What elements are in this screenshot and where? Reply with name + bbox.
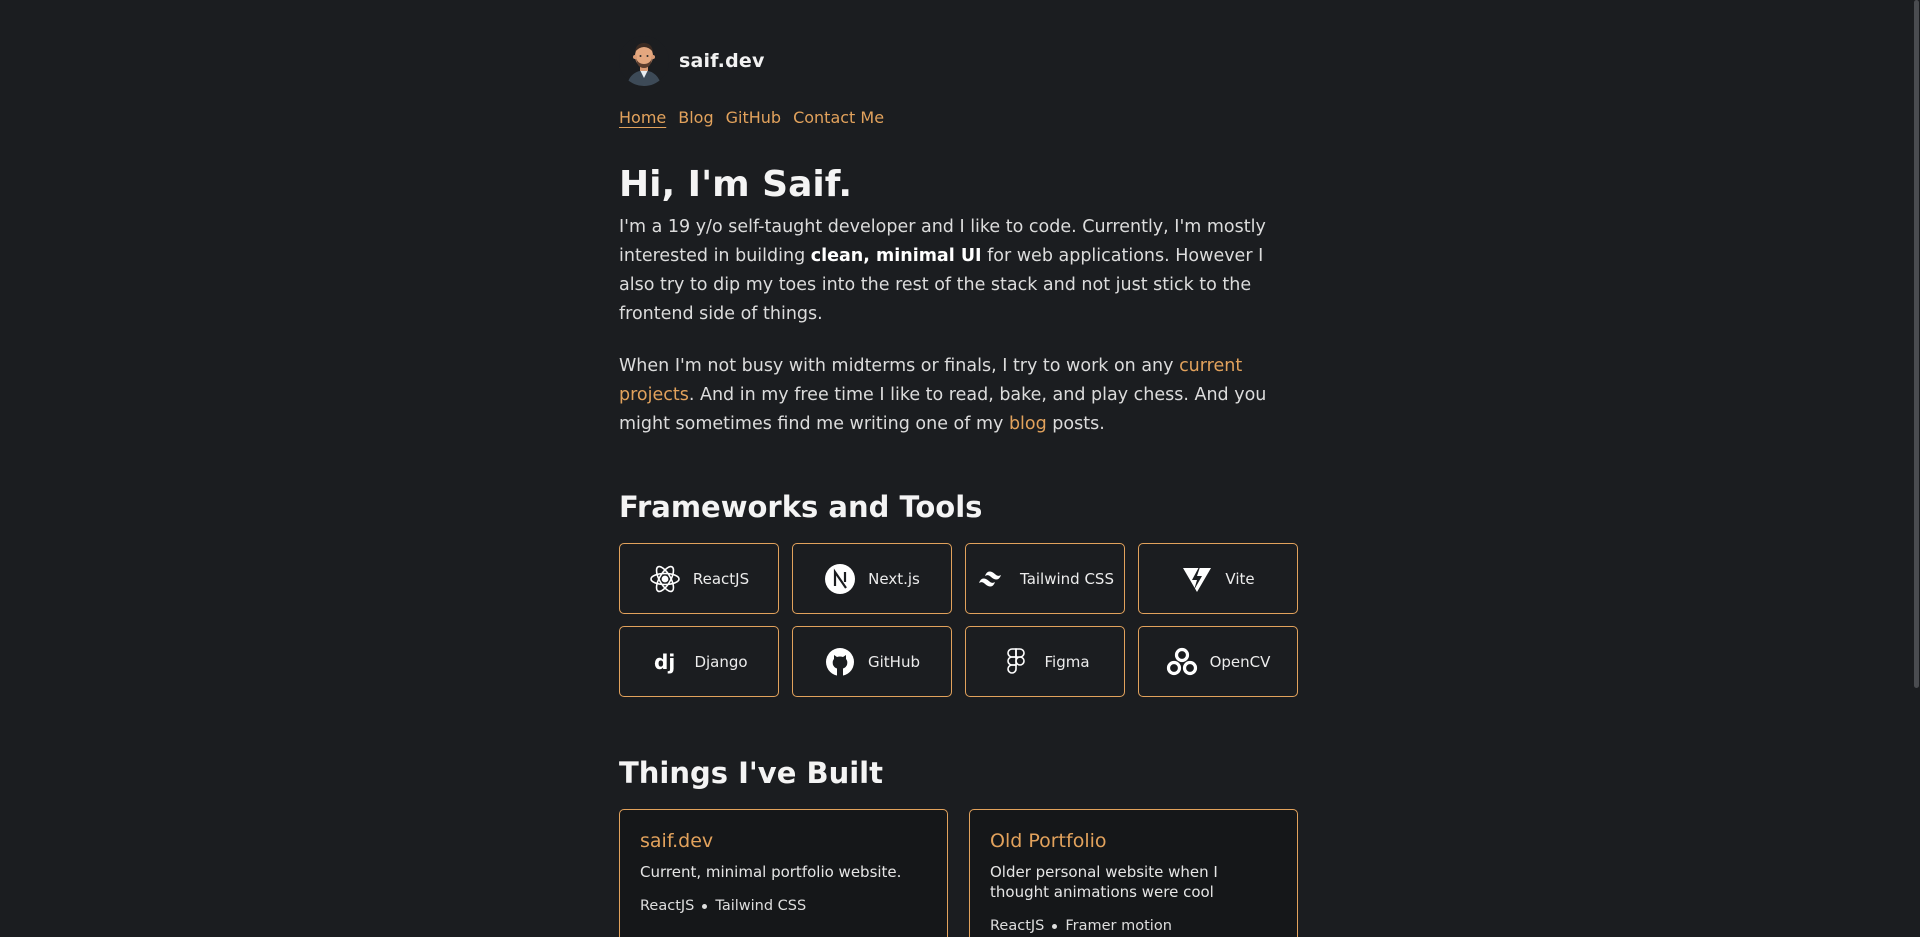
project-title[interactable]: saif.dev [640,830,927,852]
bullet-dot-icon [702,903,708,909]
stack-item: Tailwind CSS [715,898,807,914]
svg-text:dj: dj [654,650,675,674]
tools-heading: Frameworks and Tools [619,490,983,524]
nav-home[interactable]: Home [619,108,666,127]
nextjs-icon [824,563,856,595]
main-content: saif.dev Home Blog GitHub Contact Me Hi,… [619,0,1299,937]
projects-grid: saif.dev Current, minimal portfolio webs… [619,809,1299,937]
nav-blog[interactable]: Blog [678,108,713,127]
tool-card-opencv[interactable]: OpenCV [1138,626,1298,697]
site-header: saif.dev [619,32,1299,90]
tool-label: Vite [1225,569,1255,588]
tool-card-github[interactable]: GitHub [792,626,952,697]
github-icon [824,646,856,678]
project-description: Current, minimal portfolio website. [640,863,902,881]
tool-card-vite[interactable]: Vite [1138,543,1298,614]
avatar-illustration-icon [619,36,669,86]
figma-icon [1000,646,1032,678]
nav-contact[interactable]: Contact Me [793,108,884,127]
hero-title: Hi, I'm Saif. [619,164,853,205]
project-description: Older personal website when I thought an… [990,863,1218,901]
stack-item: ReactJS [640,898,695,914]
django-icon: dj [650,646,682,678]
tool-card-tailwind[interactable]: Tailwind CSS [965,543,1125,614]
intro-paragraph: I'm a 19 y/o self-taught developer and I… [619,213,1299,329]
tool-card-reactjs[interactable]: ReactJS [619,543,779,614]
tool-label: Tailwind CSS [1020,569,1114,588]
tool-label: Django [694,652,748,671]
stack-item: ReactJS [990,918,1045,934]
tool-label: ReactJS [692,569,750,588]
bullet-dot-icon [1052,923,1058,929]
tool-label: GitHub [868,652,920,671]
tool-label: OpenCV [1209,652,1271,671]
site-brand[interactable]: saif.dev [679,50,765,72]
tool-card-nextjs[interactable]: Next.js [792,543,952,614]
vite-icon [1181,563,1213,595]
scrollbar-thumb[interactable] [1914,0,1919,688]
avatar[interactable] [619,36,669,86]
tool-label: Figma [1044,652,1090,671]
project-card-old-portfolio[interactable]: Old Portfolio Older personal website whe… [969,809,1298,937]
hobbies-text-end: posts. [1046,414,1105,434]
opencv-icon [1166,646,1198,678]
scrollbar-track[interactable] [1912,0,1920,937]
project-card-saif-dev[interactable]: saif.dev Current, minimal portfolio webs… [619,809,948,937]
hobbies-text-middle: . And in my free time I like to read, ba… [619,385,1267,434]
tool-card-django[interactable]: dj Django [619,626,779,697]
intro-bold-text: clean, minimal UI [810,246,982,266]
project-stack: ReactJS Framer motion [990,918,1277,934]
tailwind-icon [976,563,1008,595]
projects-heading: Things I've Built [619,756,883,790]
tools-grid: ReactJS Next.js Tailwind CSS Vite dj Dja… [619,543,1299,697]
page: saif.dev Home Blog GitHub Contact Me Hi,… [0,0,1920,937]
hobbies-text-start: When I'm not busy with midterms or final… [619,356,1180,376]
project-title[interactable]: Old Portfolio [990,830,1277,852]
blog-link[interactable]: blog [1009,414,1047,434]
nav-github[interactable]: GitHub [726,108,781,127]
project-stack: ReactJS Tailwind CSS [640,898,927,914]
stack-item: Framer motion [1065,918,1172,934]
main-nav: Home Blog GitHub Contact Me [619,108,1299,127]
tool-card-figma[interactable]: Figma [965,626,1125,697]
tool-label: Next.js [868,569,920,588]
react-icon [649,563,681,595]
hobbies-paragraph: When I'm not busy with midterms or final… [619,352,1299,439]
